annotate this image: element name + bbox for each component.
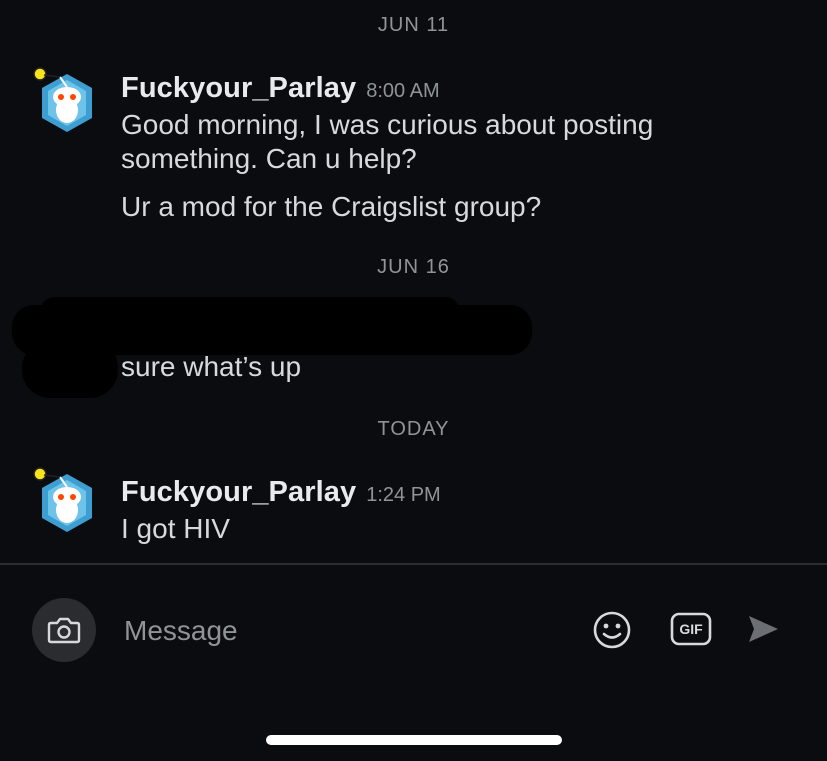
date-separator: JUN 16: [377, 256, 450, 278]
chat-screen: JUN 11 Fuckyour_Parlay 8:00 AM Good morn…: [0, 0, 827, 761]
message-text: Ur a mod for the Craigslist group?: [121, 191, 542, 222]
snoo-avatar-icon: [33, 67, 92, 132]
message-text: Good morning, I was curious about postin…: [121, 109, 654, 174]
message-text: sure what’s up: [121, 351, 302, 382]
send-icon: [749, 616, 778, 642]
emoji-icon: [593, 611, 631, 649]
username[interactable]: Fuckyour_Parlay: [121, 72, 356, 105]
composer-divider: [0, 563, 827, 565]
message-header: Fuckyour_Parlay 8:00 AM: [121, 72, 807, 108]
message-group: Fuckyour_Parlay 8:00 AM Good morning, I …: [121, 72, 807, 224]
camera-button[interactable]: [32, 598, 96, 662]
timestamp: 8:00 AM: [366, 80, 440, 102]
gif-button[interactable]: GIF: [670, 611, 712, 647]
date-separator: JUN 11: [377, 14, 450, 36]
send-button[interactable]: [746, 612, 780, 646]
message-group: Fuckyour_Parlay 1:24 PM I got HIV: [121, 476, 807, 546]
timestamp: 1:24 PM: [366, 484, 441, 506]
snoo-avatar-icon: [33, 467, 92, 532]
gif-label: GIF: [679, 621, 703, 637]
message-input[interactable]: [122, 608, 546, 654]
date-separator: TODAY: [377, 418, 450, 440]
message-text: I got HIV: [121, 513, 230, 544]
message-group: sure what’s up: [121, 350, 807, 384]
home-indicator: [266, 735, 562, 745]
avatar[interactable]: [30, 466, 104, 540]
avatar[interactable]: [30, 66, 104, 140]
emoji-button[interactable]: [592, 610, 632, 650]
message-header: Fuckyour_Parlay 1:24 PM: [121, 476, 807, 512]
camera-icon: [47, 617, 81, 644]
username[interactable]: Fuckyour_Parlay: [121, 476, 356, 509]
